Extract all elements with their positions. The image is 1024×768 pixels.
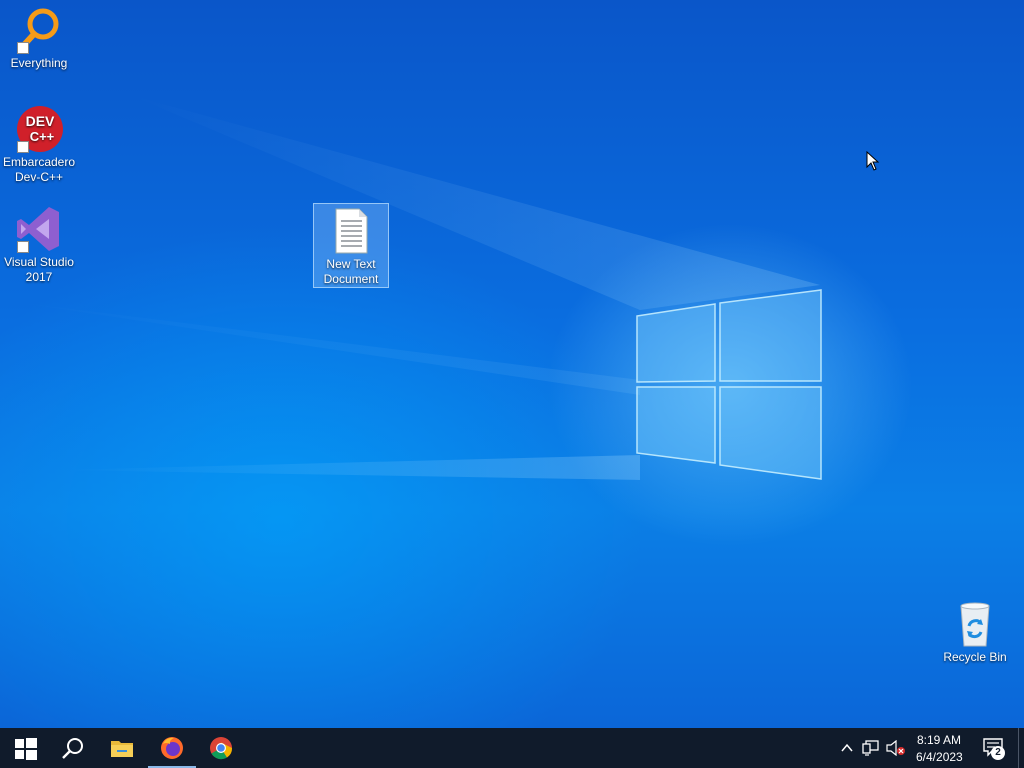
taskbar-file-explorer[interactable]	[98, 728, 146, 768]
volume-muted-icon[interactable]	[886, 740, 906, 756]
taskbar-firefox[interactable]	[148, 728, 196, 768]
desktop-icon-label: Embarcadero Dev-C++	[2, 155, 76, 184]
clock[interactable]: 8:19 AM 6/4/2023	[910, 730, 968, 766]
shortcut-arrow-icon	[17, 42, 29, 54]
taskbar-chrome[interactable]	[197, 728, 245, 768]
chrome-icon	[210, 737, 233, 760]
search-button[interactable]	[48, 728, 96, 768]
recycle-bin-icon	[951, 600, 999, 648]
svg-text:DEV: DEV	[26, 113, 55, 129]
everything-icon	[15, 6, 63, 54]
notification-count-badge: 2	[991, 746, 1005, 760]
file-explorer-icon	[111, 741, 133, 757]
desktop-icon-new-text-document[interactable]: New Text Document	[313, 203, 389, 288]
firefox-icon	[161, 737, 183, 759]
clock-time: 8:19 AM	[917, 733, 962, 747]
shortcut-arrow-icon	[17, 241, 29, 253]
clock-date: 6/4/2023	[916, 750, 963, 764]
desktop-icon-label: Recycle Bin	[943, 650, 1007, 664]
show-hidden-icons-chevron-icon[interactable]	[840, 741, 854, 755]
visual-studio-icon	[15, 205, 63, 253]
text-document-icon	[327, 207, 375, 255]
desktop[interactable]: Everything DEV C++ Embarcadero Dev-C++ V…	[0, 0, 1024, 728]
network-icon[interactable]	[862, 740, 880, 756]
desktop-icon-visual-studio[interactable]: Visual Studio 2017	[1, 205, 77, 285]
desktop-icon-recycle-bin[interactable]: Recycle Bin	[937, 600, 1013, 665]
action-center-button[interactable]: 2	[976, 728, 1012, 768]
mouse-cursor-icon	[866, 151, 880, 171]
wallpaper-windows-logo	[636, 289, 822, 480]
show-desktop-button[interactable]	[1018, 728, 1024, 768]
desktop-icon-devcpp[interactable]: DEV C++ Embarcadero Dev-C++	[1, 105, 77, 185]
start-button[interactable]	[0, 728, 48, 768]
windows-logo-icon	[15, 738, 37, 760]
shortcut-arrow-icon	[17, 141, 29, 153]
svg-text:C++: C++	[30, 129, 55, 144]
desktop-icon-label: Everything	[10, 56, 68, 70]
desktop-icon-label: Visual Studio 2017	[4, 255, 74, 284]
desktop-icon-everything[interactable]: Everything	[1, 6, 77, 71]
devcpp-icon: DEV C++	[15, 105, 63, 153]
desktop-icon-label: New Text Document	[323, 257, 379, 286]
search-icon	[62, 738, 83, 759]
taskbar: 8:19 AM 6/4/2023 2	[0, 728, 1024, 768]
wallpaper-beams	[0, 95, 822, 480]
